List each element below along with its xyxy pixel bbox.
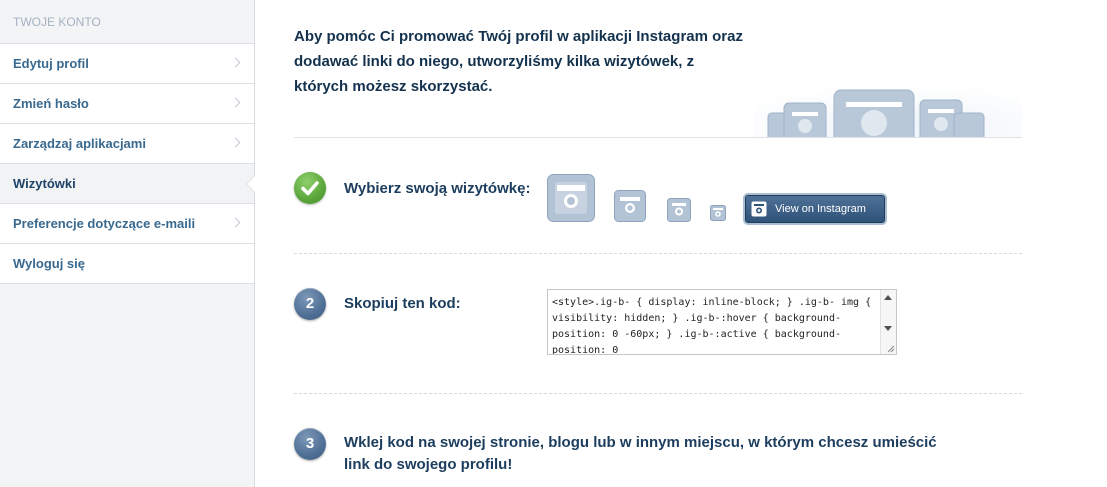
scroll-up-arrow-icon[interactable] xyxy=(884,295,892,300)
embed-code-textarea[interactable]: <style>.ig-b- { display: inline-block; }… xyxy=(547,289,897,355)
sidebar-item-label: Wizytówki xyxy=(13,176,76,191)
divider xyxy=(294,137,1022,138)
sidebar-item-edit-profile[interactable]: Edytuj profil xyxy=(0,44,254,84)
scroll-down-arrow-icon[interactable] xyxy=(884,326,892,331)
chevron-right-icon xyxy=(230,137,241,148)
instagram-badge-icon xyxy=(710,205,726,221)
step-3-label: Wklej kod na swojej stronie, blogu lub w… xyxy=(344,434,937,473)
sidebar-item-email-preferences[interactable]: Preferencje dotyczące e-maili xyxy=(0,204,254,244)
sidebar-item-manage-apps[interactable]: Zarządzaj aplikacjami xyxy=(0,124,254,164)
step-1-label: Wybierz swoją wizytówkę: xyxy=(344,180,531,197)
sidebar-item-label: Preferencje dotyczące e-maili xyxy=(13,216,196,231)
badge-option-small[interactable] xyxy=(667,198,691,222)
main-content: Aby pomóc Ci promować Twój profil w apli… xyxy=(294,0,1022,487)
badge-button-label: View on Instagram xyxy=(775,203,866,215)
step-3-number: 3 xyxy=(294,428,326,460)
active-indicator xyxy=(246,175,255,193)
sidebar-item-label: Wyloguj się xyxy=(13,256,85,271)
divider xyxy=(294,393,1022,394)
sidebar-item-logout[interactable]: Wyloguj się xyxy=(0,244,254,284)
view-on-instagram-badge[interactable]: View on Instagram xyxy=(745,195,885,223)
chevron-right-icon xyxy=(230,217,241,228)
resize-grip-icon[interactable] xyxy=(887,345,895,353)
instagram-badge-icon xyxy=(667,198,691,222)
instagram-icon xyxy=(751,201,767,227)
sidebar-nav: Edytuj profil Zmień hasło Zarządzaj apli… xyxy=(0,44,255,284)
camera-icon xyxy=(754,78,1022,138)
sidebar: TWOJE KONTO Edytuj profil Zmień hasło Za… xyxy=(0,0,255,487)
embed-code-text[interactable]: <style>.ig-b- { display: inline-block; }… xyxy=(548,290,896,354)
checkmark-icon xyxy=(301,181,319,196)
decorative-badges-illustration xyxy=(754,78,1022,138)
sidebar-item-change-password[interactable]: Zmień hasło xyxy=(0,84,254,124)
instagram-badge-icon xyxy=(547,174,595,222)
badge-option-large[interactable] xyxy=(547,174,595,222)
sidebar-item-label: Edytuj profil xyxy=(13,56,89,71)
chevron-right-icon xyxy=(230,97,241,108)
badge-option-medium[interactable] xyxy=(614,190,646,222)
sidebar-item-badges[interactable]: Wizytówki xyxy=(0,164,255,204)
intro-text: Aby pomóc Ci promować Twój profil w apli… xyxy=(294,28,743,95)
sidebar-item-label: Zarządzaj aplikacjami xyxy=(13,136,146,151)
step-2-label: Skopiuj ten kod: xyxy=(344,295,461,312)
divider xyxy=(294,253,1022,254)
sidebar-item-label: Zmień hasło xyxy=(13,96,89,111)
step-2-number: 2 xyxy=(294,288,326,320)
step-1-checkmark xyxy=(294,172,326,204)
instagram-badge-icon xyxy=(614,190,646,222)
badge-option-tiny[interactable] xyxy=(710,205,726,221)
chevron-right-icon xyxy=(230,57,241,68)
sidebar-heading: TWOJE KONTO xyxy=(0,0,254,44)
